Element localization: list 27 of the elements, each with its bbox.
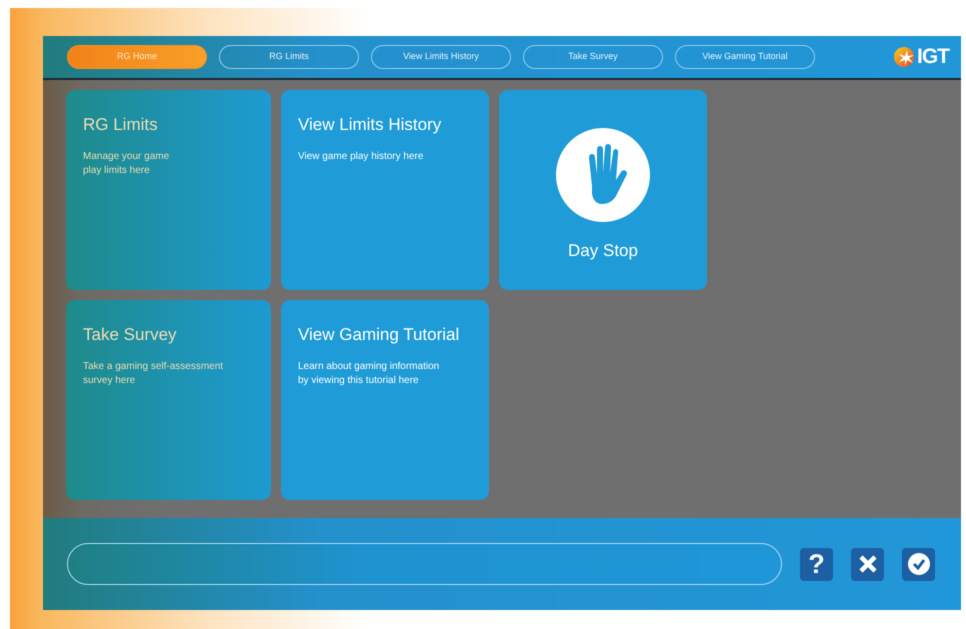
tile[interactable]: View Gaming Tutorial Learn about gaming information by viewing this tutorial here xyxy=(281,300,489,500)
day-stop-tile[interactable]: Day Stop xyxy=(499,90,707,290)
close-button[interactable] xyxy=(851,548,884,580)
tile-title: RG Limits xyxy=(83,114,159,136)
tile[interactable]: RG Limits Manage your game play limits here xyxy=(66,90,271,290)
tile-description: View game play history here xyxy=(298,150,424,164)
nav-tab[interactable]: RG Home xyxy=(67,45,207,69)
logo-text: IGT xyxy=(917,44,949,70)
check-icon xyxy=(906,552,930,576)
sunburst-icon xyxy=(893,46,915,68)
hand-icon xyxy=(556,128,650,222)
nav-tab[interactable]: View Limits History xyxy=(371,45,511,69)
help-button[interactable]: ? xyxy=(800,548,833,580)
tile[interactable]: View Limits History View game play history here xyxy=(281,90,489,290)
tile-title: View Gaming Tutorial xyxy=(298,324,460,346)
tile-title: View Limits History xyxy=(298,114,442,136)
tile-description: Manage your game play limits here xyxy=(83,150,170,178)
nav-tab[interactable]: RG Limits xyxy=(219,45,359,69)
nav-tab[interactable]: View Gaming Tutorial xyxy=(675,45,815,69)
tile-description: Take a gaming self-assessment survey here xyxy=(83,360,224,388)
tile[interactable]: Take Survey Take a gaming self-assessment survey here xyxy=(66,300,271,500)
tile-title: Take Survey xyxy=(83,324,178,346)
tile-description: Learn about gaming information by viewing this tutorial here xyxy=(298,360,440,388)
confirm-button[interactable] xyxy=(902,548,935,580)
close-icon xyxy=(858,554,878,574)
tile-title: Day Stop xyxy=(568,240,638,262)
nav-tab[interactable]: Take Survey xyxy=(523,45,663,69)
